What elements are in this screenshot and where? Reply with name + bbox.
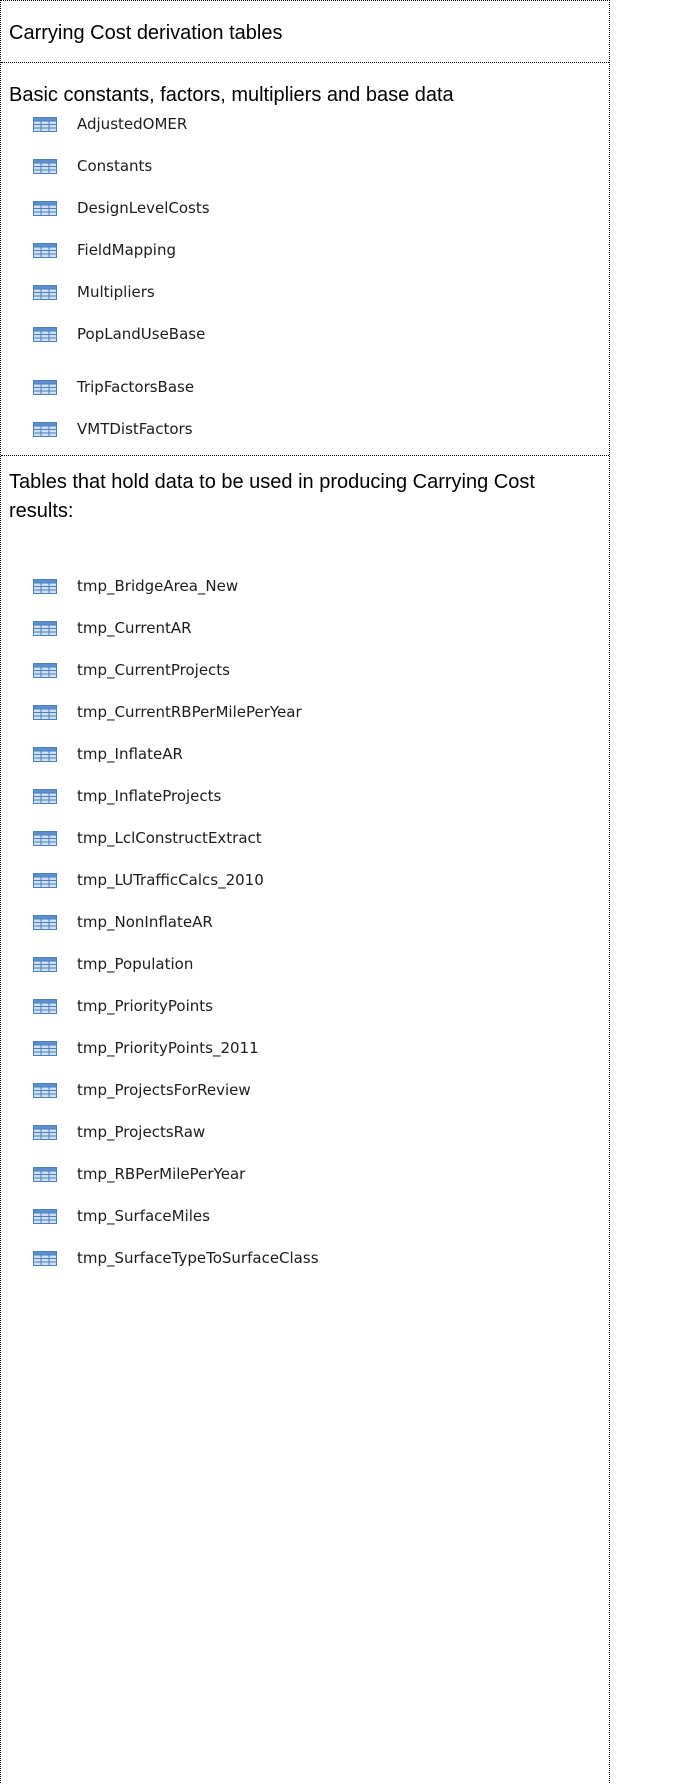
table-icon — [33, 956, 57, 972]
table-icon — [33, 158, 57, 174]
table-list-item[interactable]: tmp_LclConstructExtract — [33, 827, 262, 849]
table-icon — [33, 1082, 57, 1098]
table-name: tmp_PriorityPoints — [77, 997, 213, 1015]
table-name: tmp_SurfaceTypeToSurfaceClass — [77, 1249, 319, 1267]
table-icon — [33, 379, 57, 395]
table-icon — [33, 116, 57, 132]
table-icon — [33, 1208, 57, 1224]
table-icon — [33, 830, 57, 846]
table-list-item[interactable]: Constants — [33, 155, 152, 177]
table-list-item[interactable]: DesignLevelCosts — [33, 197, 210, 219]
table-name: tmp_InflateAR — [77, 745, 183, 763]
base-data-cell: Basic constants, factors, multipliers an… — [1, 63, 609, 456]
table-icon — [33, 620, 57, 636]
table-list-item[interactable]: TripFactorsBase — [33, 376, 194, 398]
table-name: tmp_ProjectsRaw — [77, 1123, 206, 1141]
table-list-item[interactable]: tmp_BridgeArea_New — [33, 575, 238, 597]
base-section-heading: Basic constants, factors, multipliers an… — [9, 84, 454, 106]
table-icon — [33, 1166, 57, 1182]
table-list-item[interactable]: FieldMapping — [33, 239, 176, 261]
table-name: PopLandUseBase — [77, 325, 206, 343]
table-list-item[interactable]: tmp_CurrentRBPerMilePerYear — [33, 701, 302, 723]
table-icon — [33, 998, 57, 1014]
title-cell: Carrying Cost derivation tables — [1, 1, 609, 63]
table-list-item[interactable]: tmp_SurfaceTypeToSurfaceClass — [33, 1247, 319, 1269]
table-icon — [33, 1124, 57, 1140]
table-icon — [33, 421, 57, 437]
table-name: Constants — [77, 157, 153, 175]
table-name: tmp_InflateProjects — [77, 787, 222, 805]
table-name: tmp_CurrentProjects — [77, 661, 230, 679]
table-icon — [33, 662, 57, 678]
table-name: TripFactorsBase — [77, 378, 195, 396]
table-name: Multipliers — [77, 283, 155, 301]
table-icon — [33, 746, 57, 762]
table-name: tmp_Population — [77, 955, 194, 973]
table-name: DesignLevelCosts — [77, 199, 210, 217]
table-list-item[interactable]: tmp_RBPerMilePerYear — [33, 1163, 245, 1185]
table-name: tmp_BridgeArea_New — [77, 577, 239, 595]
table-name: FieldMapping — [77, 241, 176, 259]
table-icon — [33, 242, 57, 258]
table-list-item[interactable]: tmp_SurfaceMiles — [33, 1205, 210, 1227]
table-list-item[interactable]: tmp_InflateProjects — [33, 785, 221, 807]
table-list-item[interactable]: tmp_CurrentProjects — [33, 659, 230, 681]
table-icon — [33, 704, 57, 720]
table-name: tmp_CurrentAR — [77, 619, 192, 637]
table-name: VMTDistFactors — [77, 420, 193, 438]
table-name: tmp_LUTrafficCalcs_2010 — [77, 871, 264, 889]
page-title: Carrying Cost derivation tables — [9, 22, 283, 44]
table-icon — [33, 788, 57, 804]
table-icon — [33, 1040, 57, 1056]
table-name: tmp_NonInflateAR — [77, 913, 213, 931]
table-list-item[interactable]: tmp_LUTrafficCalcs_2010 — [33, 869, 264, 891]
table-name: tmp_PriorityPoints_2011 — [77, 1039, 259, 1057]
table-name: tmp_SurfaceMiles — [77, 1207, 210, 1225]
document-table: Carrying Cost derivation tables Basic co… — [0, 0, 610, 1783]
table-list-item[interactable]: tmp_PriorityPoints_2011 — [33, 1037, 259, 1059]
table-icon — [33, 200, 57, 216]
table-name: tmp_CurrentRBPerMilePerYear — [77, 703, 302, 721]
table-list-item[interactable]: tmp_Population — [33, 953, 193, 975]
table-list-item[interactable]: tmp_ProjectsRaw — [33, 1121, 205, 1143]
table-list-item[interactable]: AdjustedOMER — [33, 113, 187, 135]
table-icon — [33, 872, 57, 888]
table-icon — [33, 1250, 57, 1266]
table-list-item[interactable]: tmp_ProjectsForReview — [33, 1079, 251, 1101]
table-list-item[interactable]: VMTDistFactors — [33, 418, 193, 440]
table-name: AdjustedOMER — [77, 115, 188, 133]
tmp-section-heading: Tables that hold data to be used in prod… — [9, 471, 535, 522]
tmp-data-cell: Tables that hold data to be used in prod… — [1, 456, 609, 1782]
table-name: tmp_LclConstructExtract — [77, 829, 262, 847]
table-icon — [33, 284, 57, 300]
table-icon — [33, 914, 57, 930]
table-list-item[interactable]: Multipliers — [33, 281, 155, 303]
table-list-item[interactable]: PopLandUseBase — [33, 323, 205, 345]
table-list-item[interactable]: tmp_NonInflateAR — [33, 911, 213, 933]
table-name: tmp_ProjectsForReview — [77, 1081, 251, 1099]
table-icon — [33, 578, 57, 594]
table-list-item[interactable]: tmp_PriorityPoints — [33, 995, 213, 1017]
table-list-item[interactable]: tmp_CurrentAR — [33, 617, 192, 639]
table-name: tmp_RBPerMilePerYear — [77, 1165, 246, 1183]
table-icon — [33, 326, 57, 342]
table-list-item[interactable]: tmp_InflateAR — [33, 743, 183, 765]
